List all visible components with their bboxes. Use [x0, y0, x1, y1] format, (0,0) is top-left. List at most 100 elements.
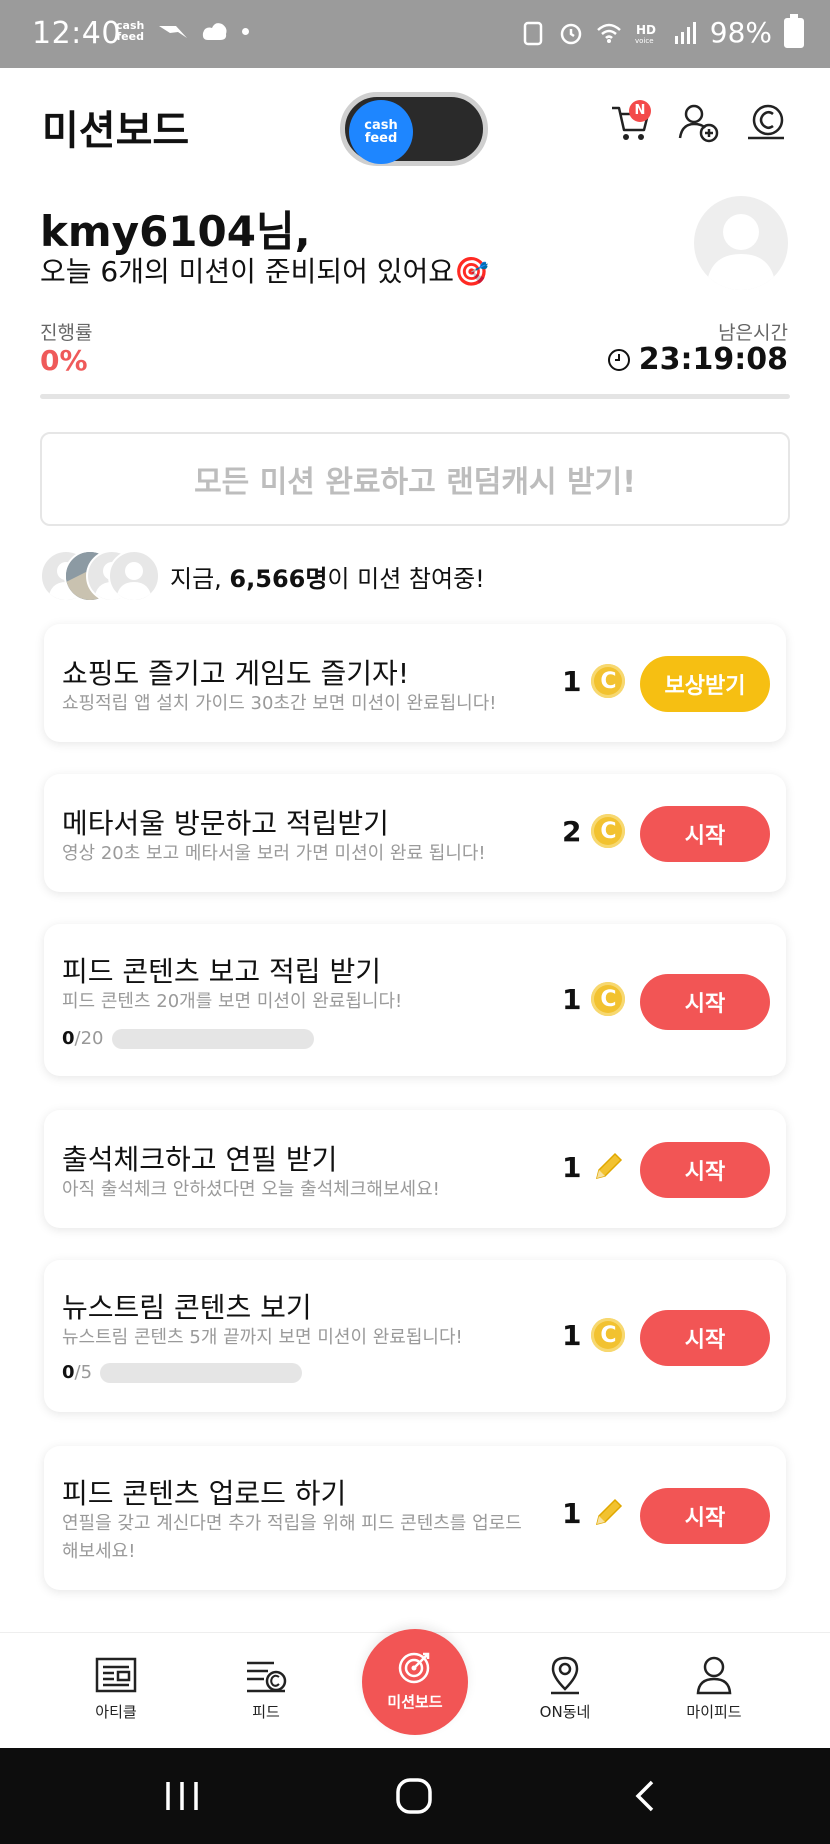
start-mission-button[interactable]: 시작: [640, 1488, 770, 1544]
nav-item-article[interactable]: 아티클: [56, 1655, 176, 1722]
recent-apps-icon[interactable]: [160, 1778, 204, 1814]
status-bar: 12:40 cash feed HD voice 98%: [0, 0, 830, 68]
participants-text: 지금, 6,566명이 미션 참여중!: [170, 559, 485, 594]
cash-icon[interactable]: [744, 100, 788, 144]
app-screen: 12:40 cash feed HD voice 98% 미션보드 cash fee…: [0, 0, 830, 1844]
nav-item-on-neighborhood[interactable]: ON동네: [505, 1655, 625, 1722]
article-icon: [95, 1657, 137, 1693]
mission-reward: 1: [562, 1150, 625, 1184]
nav-item-label: 피드: [252, 1703, 280, 1721]
coin-icon: C: [591, 664, 626, 698]
start-mission-button[interactable]: 시작: [640, 806, 770, 862]
cart-badge: N: [629, 100, 651, 122]
mission-reward: 1 C: [562, 1318, 626, 1352]
mission-reward: 1: [562, 1496, 625, 1530]
reward-amount: 1: [562, 982, 582, 1016]
start-mission-button[interactable]: 시작: [640, 974, 770, 1030]
mission-progress-count: 0/5: [62, 1362, 92, 1383]
mission-title: 메타서울 방문하고 적립받기: [62, 807, 389, 840]
mission-title: 피드 콘텐츠 보고 적립 받기: [62, 955, 381, 988]
start-mission-button[interactable]: 시작: [640, 1310, 770, 1366]
coin-icon: C: [591, 982, 626, 1016]
nav-item-label: 마이피드: [686, 1703, 742, 1721]
home-icon[interactable]: [392, 1778, 438, 1814]
mission-card[interactable]: 뉴스트림 콘텐츠 보기 뉴스트림 콘텐츠 5개 끝까지 보면 미션이 완료됩니다…: [44, 1260, 786, 1412]
complete-all-missions-button[interactable]: 모든 미션 완료하고 랜덤캐시 받기!: [40, 432, 790, 526]
remaining-time-label: 남은시간: [718, 322, 788, 344]
mission-card[interactable]: 쇼핑도 즐기고 게임도 즐기자! 쇼핑적립 앱 설치 가이드 30초간 보면 미…: [44, 624, 786, 742]
nav-item-label: 미션보드: [387, 1693, 443, 1711]
reward-amount: 1: [562, 1496, 582, 1530]
svg-text:voice: voice: [635, 37, 654, 45]
participant-avatars: [40, 550, 160, 602]
mission-desc: 연필을 갖고 계신다면 추가 적립을 위해 피드 콘텐츠를 업로드해보세요!: [62, 1513, 522, 1562]
remaining-time-value: 23:19:08: [638, 342, 788, 377]
start-mission-button[interactable]: 시작: [640, 1142, 770, 1198]
pencil-icon: [596, 1498, 623, 1526]
add-friend-icon[interactable]: [676, 100, 720, 144]
mission-title: 피드 콘텐츠 업로드 하기: [62, 1477, 347, 1510]
mission-reward: 1 C: [562, 982, 626, 1016]
location-pin-icon: [551, 1656, 579, 1695]
progress-label: 진행률: [40, 322, 93, 344]
cashfeed-toggle[interactable]: cash feed: [340, 92, 488, 166]
mission-title: 쇼핑도 즐기고 게임도 즐기자!: [62, 657, 410, 690]
bird-icon: [159, 26, 188, 38]
mission-title: 출석체크하고 연필 받기: [62, 1143, 338, 1176]
nav-item-missionboard[interactable]: 미션보드: [362, 1629, 468, 1735]
feed-icon: [247, 1661, 287, 1693]
default-avatar-icon: [706, 214, 776, 290]
nav-item-label: 아티클: [95, 1703, 137, 1721]
reward-amount: 2: [562, 814, 582, 848]
wifi-icon: [596, 23, 621, 43]
progress-bar: [40, 394, 790, 399]
mission-progress-bar: [100, 1362, 303, 1383]
mission-reward: 2 C: [562, 814, 626, 848]
status-left-icons: cash feed: [116, 20, 250, 42]
battery-icon: [784, 13, 804, 48]
mission-progress-count: 0/20: [62, 1028, 104, 1049]
system-nav-bar: [0, 1748, 830, 1844]
progress-value: 0%: [40, 344, 88, 377]
participant-avatar: [108, 550, 160, 602]
mission-desc: 뉴스트림 콘텐츠 5개 끝까지 보면 미션이 완료됩니다!: [62, 1327, 463, 1348]
progress-current: 0: [62, 1362, 75, 1383]
mission-card[interactable]: 출석체크하고 연필 받기 아직 출석체크 안하셨다면 오늘 출석체크해보세요! …: [44, 1110, 786, 1228]
svg-text:HD: HD: [636, 23, 656, 37]
mission-progress: 0/5: [62, 1362, 303, 1383]
mission-card[interactable]: 피드 콘텐츠 보고 적립 받기 피드 콘텐츠 20개를 보면 미션이 완료됩니다…: [44, 924, 786, 1076]
status-right-icons: HD voice 98%: [520, 13, 804, 49]
mission-desc: 영상 20초 보고 메타서울 보러 가면 미션이 완료 됩니다!: [62, 843, 486, 864]
mission-desc: 아직 출석체크 안하셨다면 오늘 출석체크해보세요!: [62, 1179, 440, 1200]
progress-total: /5: [74, 1362, 93, 1383]
back-icon[interactable]: [628, 1778, 664, 1814]
mission-card[interactable]: 피드 콘텐츠 업로드 하기 연필을 갖고 계신다면 추가 적립을 위해 피드 콘…: [44, 1446, 786, 1590]
nav-item-myfeed[interactable]: 마이피드: [654, 1655, 774, 1722]
remaining-time: 23:19:08: [607, 342, 788, 377]
cloud-icon: [203, 23, 227, 40]
recycle-icon: [523, 21, 543, 45]
participants-row: 지금, 6,566명이 미션 참여중!: [40, 550, 485, 602]
greeting-subtitle: 오늘 6개의 미션이 준비되어 있어요🎯: [40, 250, 489, 290]
bottom-nav: 아티클 피드 미션보드 ON동네 마이피드: [0, 1629, 830, 1749]
alarm-icon: [560, 23, 582, 44]
coin-icon: C: [591, 1318, 626, 1352]
target-icon: [398, 1652, 430, 1684]
battery-percent: 98%: [709, 16, 772, 49]
progress-current: 0: [62, 1028, 75, 1049]
nav-item-feed[interactable]: 피드: [206, 1655, 326, 1722]
person-icon: [696, 1656, 732, 1695]
mission-desc: 쇼핑적립 앱 설치 가이드 30초간 보면 미션이 완료됩니다!: [62, 693, 497, 714]
clock-icon: [607, 348, 630, 371]
target-emoji-icon: 🎯: [454, 255, 489, 288]
claim-reward-button[interactable]: 보상받기: [640, 656, 770, 712]
participants-prefix: 지금,: [170, 564, 230, 593]
pencil-icon: [596, 1152, 623, 1180]
mission-title: 뉴스트림 콘텐츠 보기: [62, 1291, 312, 1324]
mission-card[interactable]: 메타서울 방문하고 적립받기 영상 20초 보고 메타서울 보러 가면 미션이 …: [44, 774, 786, 892]
signal-icon: [674, 21, 696, 44]
avatar[interactable]: [694, 196, 788, 290]
nav-item-label: ON동네: [539, 1703, 591, 1721]
hd-voice-icon: HDvoice: [635, 23, 656, 45]
participants-count: 6,566명: [229, 564, 328, 593]
